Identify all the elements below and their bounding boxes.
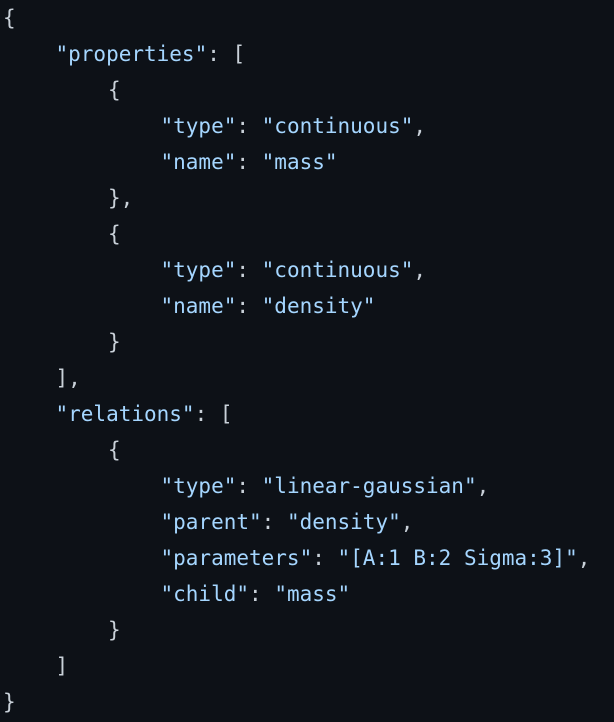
json-punctuation-token: , bbox=[577, 546, 591, 570]
json-string-token: "parameters" bbox=[160, 546, 313, 570]
json-punctuation-token: }, bbox=[108, 186, 134, 210]
code-line: { bbox=[108, 72, 121, 108]
json-code-view: {"properties": [{"type": "continuous", "n… bbox=[0, 0, 614, 722]
json-string-token: "continuous" bbox=[261, 258, 414, 282]
code-line: "type": "continuous", bbox=[161, 108, 427, 144]
json-string-token: "type" bbox=[160, 114, 237, 138]
json-punctuation-token: ] bbox=[55, 654, 69, 678]
json-punctuation-token: { bbox=[108, 438, 121, 462]
json-punctuation-token: : bbox=[312, 546, 338, 570]
json-punctuation-token: : bbox=[236, 150, 262, 174]
json-punctuation-token: } bbox=[108, 618, 121, 642]
json-string-token: "child" bbox=[160, 582, 250, 606]
json-punctuation-token: } bbox=[108, 330, 121, 354]
json-string-token: "[A:1 B:2 Sigma:3]" bbox=[337, 546, 578, 570]
json-punctuation-token: , bbox=[400, 510, 414, 534]
json-punctuation-token: { bbox=[108, 78, 121, 102]
json-string-token: "linear-gaussian" bbox=[261, 474, 477, 498]
code-line: "parent": "density", bbox=[161, 504, 414, 540]
json-string-token: "parent" bbox=[160, 510, 262, 534]
json-string-token: "properties" bbox=[55, 42, 208, 66]
code-line: "type": "linear-gaussian", bbox=[161, 468, 490, 504]
code-line: ] bbox=[56, 648, 69, 684]
code-line: } bbox=[3, 684, 16, 720]
json-punctuation-token: , bbox=[413, 258, 427, 282]
json-punctuation-token: : [ bbox=[194, 402, 233, 426]
json-punctuation-token: , bbox=[413, 114, 427, 138]
json-punctuation-token: : bbox=[236, 294, 262, 318]
json-string-token: "mass" bbox=[261, 150, 338, 174]
code-line: { bbox=[108, 432, 121, 468]
code-line: } bbox=[108, 612, 121, 648]
json-punctuation-token: : bbox=[261, 510, 287, 534]
json-punctuation-token: , bbox=[476, 474, 490, 498]
json-string-token: "density" bbox=[261, 294, 376, 318]
code-line: "properties": [ bbox=[56, 36, 246, 72]
json-string-token: "type" bbox=[160, 474, 237, 498]
code-line: ], bbox=[56, 360, 81, 396]
code-line: { bbox=[3, 0, 16, 36]
json-punctuation-token: ], bbox=[55, 366, 81, 390]
json-punctuation-token: } bbox=[3, 690, 16, 714]
code-line: "relations": [ bbox=[56, 396, 233, 432]
json-punctuation-token: : bbox=[249, 582, 275, 606]
code-line: "child": "mass" bbox=[161, 576, 351, 612]
code-line: } bbox=[108, 324, 121, 360]
json-string-token: "type" bbox=[160, 258, 237, 282]
json-string-token: "name" bbox=[160, 294, 237, 318]
code-line: "type": "continuous", bbox=[161, 252, 427, 288]
json-punctuation-token: : [ bbox=[207, 42, 246, 66]
json-string-token: "mass" bbox=[274, 582, 351, 606]
json-punctuation-token: { bbox=[108, 222, 121, 246]
code-line: }, bbox=[108, 180, 133, 216]
code-line: "parameters": "[A:1 B:2 Sigma:3]", bbox=[161, 540, 591, 576]
json-string-token: "continuous" bbox=[261, 114, 414, 138]
json-punctuation-token: { bbox=[3, 6, 16, 30]
code-line: "name": "mass" bbox=[161, 144, 338, 180]
json-punctuation-token: : bbox=[236, 474, 262, 498]
json-punctuation-token: : bbox=[236, 258, 262, 282]
json-string-token: "name" bbox=[160, 150, 237, 174]
code-line: { bbox=[108, 216, 121, 252]
json-string-token: "relations" bbox=[55, 402, 195, 426]
json-string-token: "density" bbox=[286, 510, 401, 534]
code-line: "name": "density" bbox=[161, 288, 376, 324]
json-punctuation-token: : bbox=[236, 114, 262, 138]
